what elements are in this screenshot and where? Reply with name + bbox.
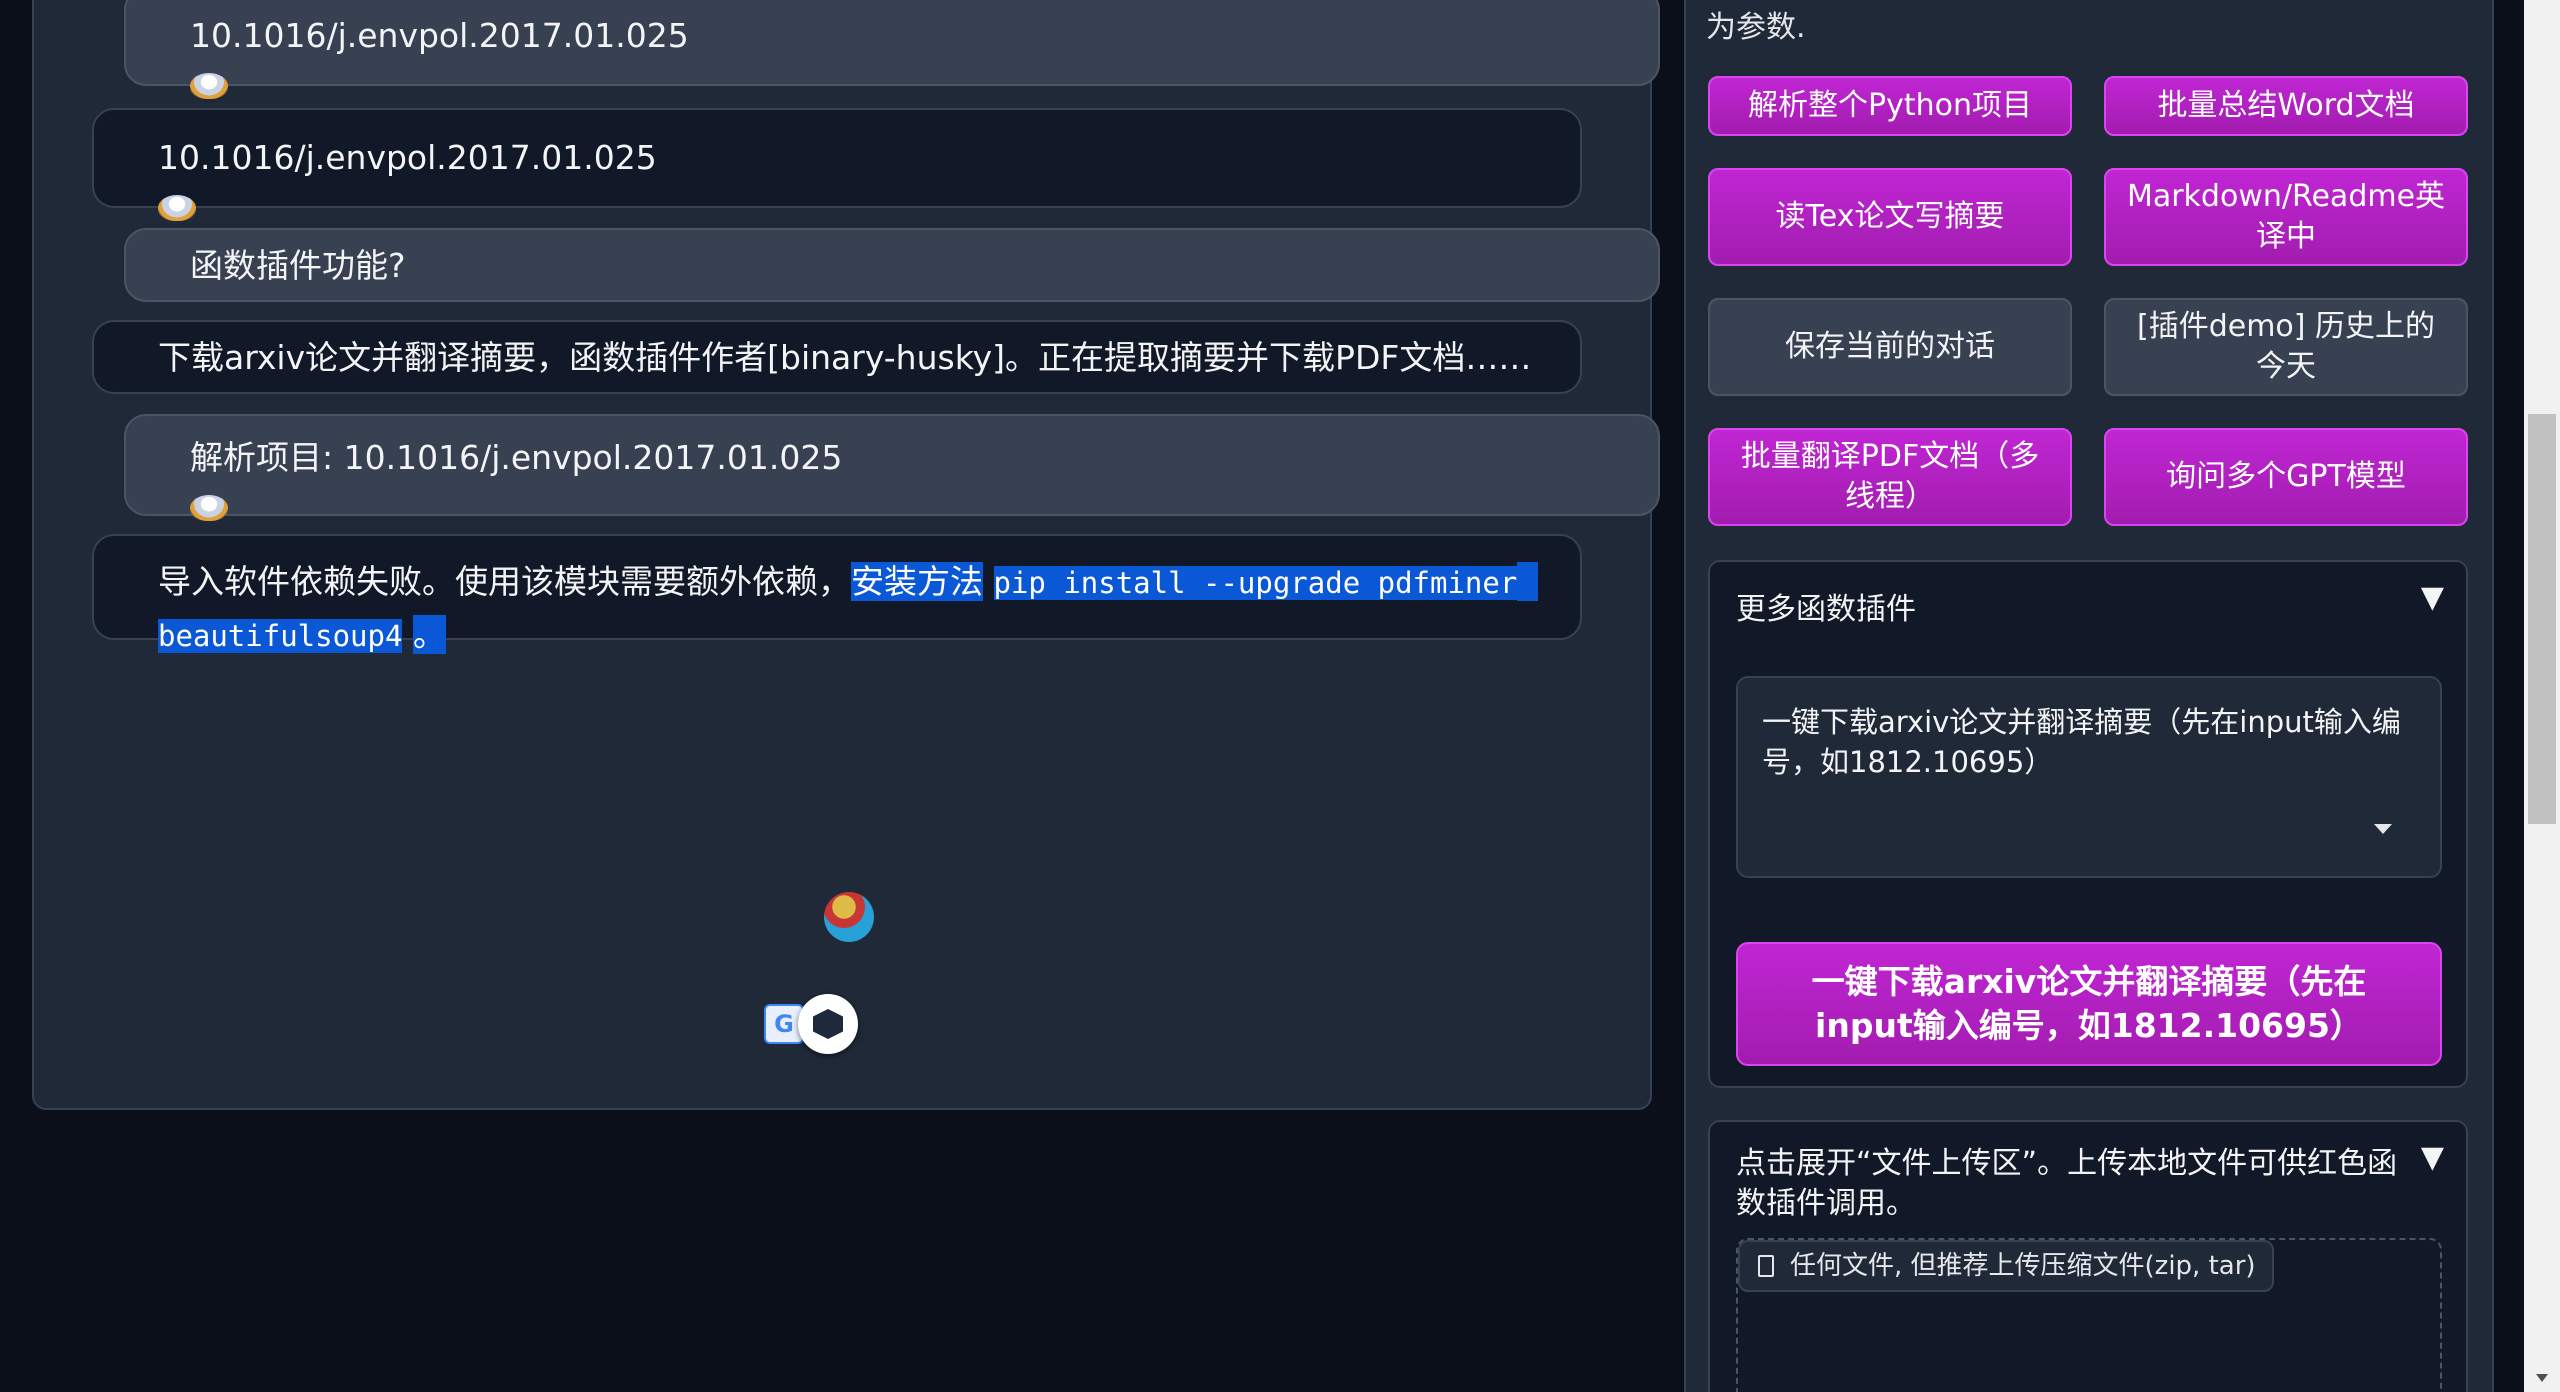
emoji-icon bbox=[190, 73, 228, 99]
chat-message-bot: 下载arxiv论文并翻译摘要，函数插件作者[binary-husky]。正在提取… bbox=[92, 320, 1582, 394]
summarize-word-button[interactable]: 批量总结Word文档 bbox=[2104, 76, 2468, 136]
emoji-icon bbox=[158, 195, 196, 221]
run-plugin-button[interactable]: 一键下载arxiv论文并翻译摘要（先在input输入编号，如1812.10695… bbox=[1736, 942, 2442, 1066]
message-text: 10.1016/j.envpol.2017.01.025 bbox=[190, 16, 689, 55]
accordion-title[interactable]: 更多函数插件 bbox=[1736, 584, 1916, 628]
file-upload-label[interactable]: 任何文件, 但推荐上传压缩文件(zip, tar) bbox=[1738, 1240, 2274, 1292]
chat-message-user: 10.1016/j.envpol.2017.01.025 bbox=[124, 0, 1660, 99]
dropdown-selected-value: 一键下载arxiv论文并翻译摘要（先在input输入编号，如1812.10695… bbox=[1762, 705, 2401, 779]
file-icon bbox=[1758, 1255, 1774, 1277]
app-window: 10.1016/j.envpol.2017.01.025 10.1016/j.e… bbox=[0, 0, 2560, 1392]
chat-message-bot: 10.1016/j.envpol.2017.01.025 bbox=[92, 108, 1582, 221]
code-inline: pip install --upgrade pdfminer bbox=[993, 566, 1518, 600]
chat-message-user: 函数插件功能? bbox=[124, 228, 1660, 302]
chevron-down-icon bbox=[2374, 824, 2392, 834]
hint-text: 为参数. bbox=[1706, 10, 1806, 45]
plugin-dropdown[interactable]: 一键下载arxiv论文并翻译摘要（先在input输入编号，如1812.10695… bbox=[1736, 676, 2442, 878]
collapse-arrow-icon[interactable]: ▼ bbox=[2421, 580, 2444, 615]
message-text: 函数插件功能? bbox=[190, 246, 406, 285]
message-text: 下载arxiv论文并翻译摘要，函数插件作者[binary-husky]。正在提取… bbox=[158, 338, 1532, 377]
read-tex-button[interactable]: 读Tex论文写摘要 bbox=[1708, 168, 2072, 266]
emoji-overlay-icon bbox=[824, 892, 874, 942]
message-text: 导入软件依赖失败。使用该模块需要额外依赖， bbox=[158, 562, 851, 601]
code-inline: beautifulsoup4 bbox=[158, 619, 403, 653]
file-drop-zone[interactable]: 任何文件, 但推荐上传压缩文件(zip, tar) bbox=[1736, 1238, 2442, 1392]
chat-panel: 10.1016/j.envpol.2017.01.025 10.1016/j.e… bbox=[32, 0, 1660, 1110]
history-today-button[interactable]: [插件demo] 历史上的今天 bbox=[2104, 298, 2468, 396]
upload-title[interactable]: 点击展开“文件上传区”。上传本地文件可供红色函数插件调用。 bbox=[1736, 1144, 2416, 1224]
save-conversation-button[interactable]: 保存当前的对话 bbox=[1708, 298, 2072, 396]
chat-message-user: 解析项目: 10.1016/j.envpol.2017.01.025 bbox=[124, 414, 1660, 521]
chat-message-bot: 导入软件依赖失败。使用该模块需要额外依赖，安装方法 pip install --… bbox=[92, 534, 1582, 654]
ai-assistant-icon[interactable] bbox=[798, 994, 858, 1054]
emoji-icon bbox=[190, 495, 228, 521]
markdown-translate-button[interactable]: Markdown/Readme英译中 bbox=[2104, 168, 2468, 266]
message-text: 10.1016/j.envpol.2017.01.025 bbox=[158, 138, 657, 177]
message-text: 。 bbox=[412, 615, 446, 654]
parse-python-project-button[interactable]: 解析整个Python项目 bbox=[1708, 76, 2072, 136]
ask-multiple-gpt-button[interactable]: 询问多个GPT模型 bbox=[2104, 428, 2468, 526]
collapse-arrow-icon[interactable]: ▼ bbox=[2421, 1140, 2444, 1175]
message-text: 解析项目: 10.1016/j.envpol.2017.01.025 bbox=[190, 438, 843, 477]
page-scrollbar[interactable] bbox=[2524, 0, 2560, 1392]
file-hint-text: 任何文件, 但推荐上传压缩文件(zip, tar) bbox=[1790, 1251, 2256, 1281]
scrollbar-thumb[interactable] bbox=[2528, 414, 2556, 824]
batch-translate-pdf-button[interactable]: 批量翻译PDF文档（多线程） bbox=[1708, 428, 2072, 526]
scroll-down-arrow-icon[interactable] bbox=[2536, 1374, 2548, 1382]
more-plugins-accordion: 更多函数插件 ▼ 一键下载arxiv论文并翻译摘要（先在input输入编号，如1… bbox=[1708, 560, 2468, 1088]
selected-text: 安装方法 bbox=[851, 562, 983, 601]
file-upload-accordion: 点击展开“文件上传区”。上传本地文件可供红色函数插件调用。 ▼ 任何文件, 但推… bbox=[1708, 1120, 2468, 1392]
